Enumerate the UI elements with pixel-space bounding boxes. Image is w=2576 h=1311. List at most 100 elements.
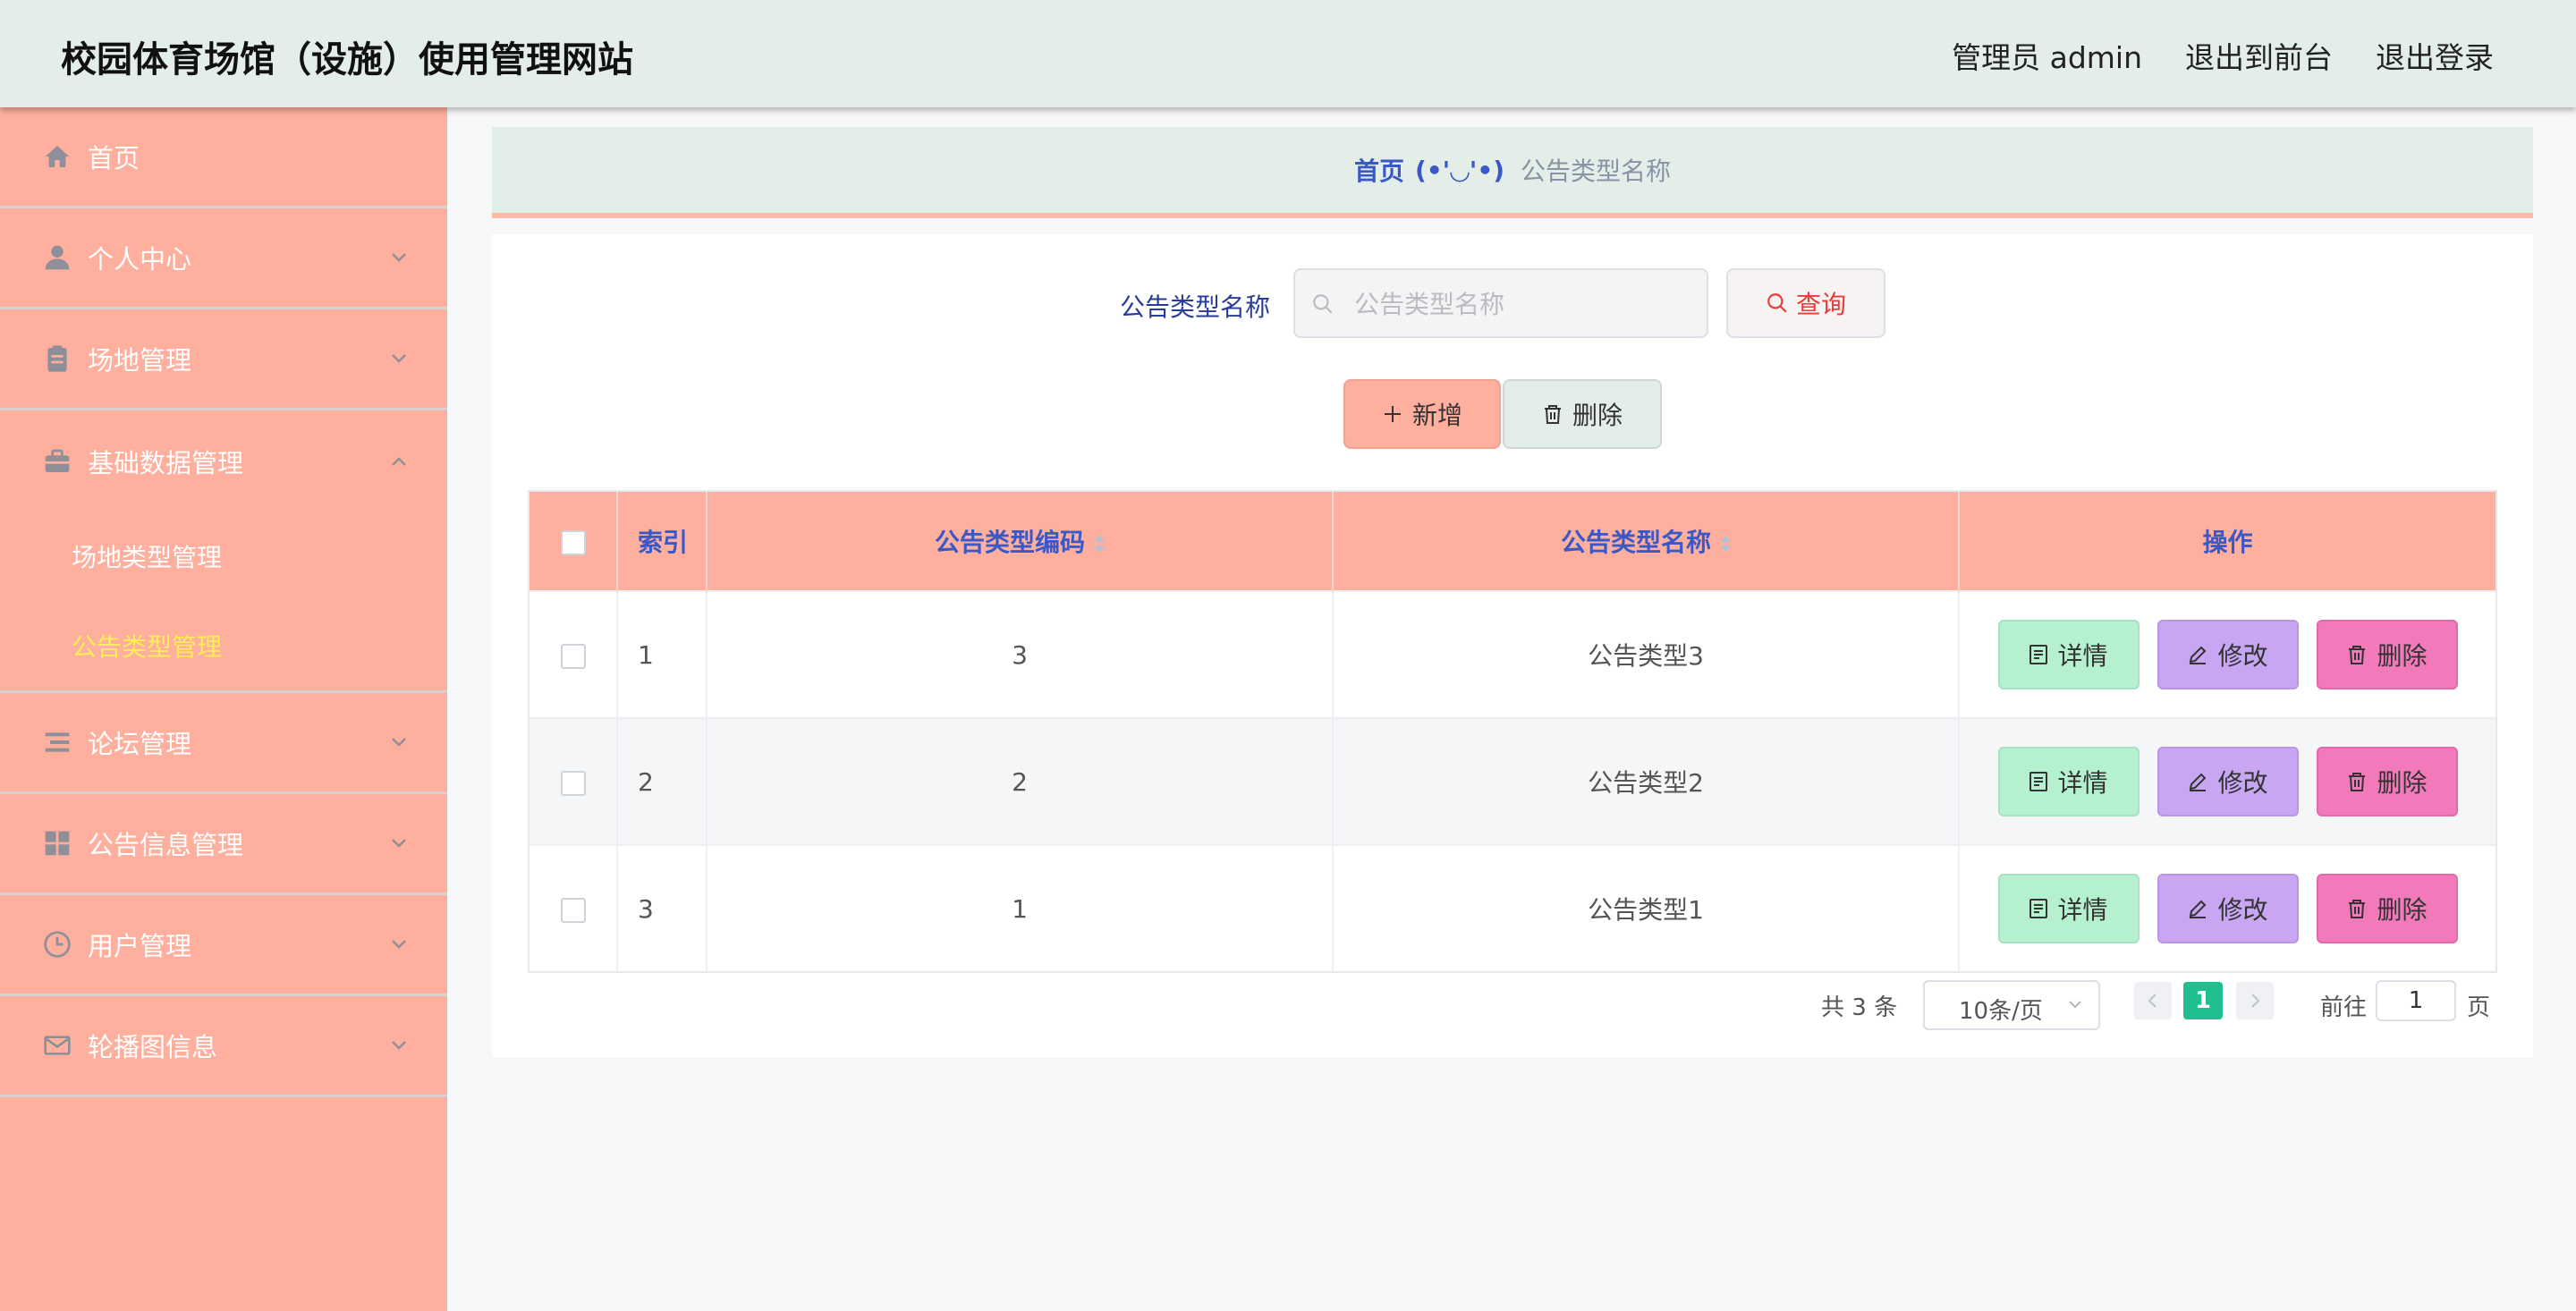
table-header-row: 索引 公告类型编码 公告类型名称 操作 (530, 492, 2496, 591)
edit-button-label: 修改 (2217, 768, 2268, 798)
query-button[interactable]: 查询 (1726, 268, 1885, 338)
logout-link[interactable]: 退出登录 (2376, 34, 2494, 77)
row-name: 公告类型2 (1333, 717, 1960, 845)
search-row: 公告类型名称 查询 (492, 268, 2533, 340)
sidebar-item-venue[interactable]: 场地管理 (0, 309, 447, 410)
sidebar-item-label: 首页 (88, 143, 140, 173)
breadcrumb: 首页 (•'◡'•) 公告类型名称 (492, 127, 2533, 213)
page-size-select[interactable]: 10条/页 (1923, 980, 2100, 1030)
detail-button-label: 详情 (2057, 768, 2108, 798)
document-icon (2029, 772, 2048, 791)
chevron-down-icon (392, 253, 406, 262)
clock-icon (44, 931, 71, 958)
row-ops: 详情 修改 删除 (1959, 717, 2496, 845)
edit-button[interactable]: 修改 (2157, 620, 2299, 689)
row-index: 2 (617, 717, 708, 845)
sidebar-item-carousel[interactable]: 轮播图信息 (0, 996, 447, 1097)
sidebar-item-profile[interactable]: 个人中心 (0, 208, 447, 309)
detail-button[interactable]: 详情 (1997, 620, 2140, 689)
goto-page-input[interactable] (2376, 980, 2456, 1021)
edit-icon (2190, 773, 2207, 791)
row-checkbox[interactable] (560, 643, 586, 669)
sidebar-item-forum[interactable]: 论坛管理 (0, 693, 447, 794)
edit-button[interactable]: 修改 (2157, 747, 2299, 816)
table-row: 2 2 公告类型2 详情 修改 删除 (530, 717, 2496, 845)
row-checkbox[interactable] (560, 897, 586, 923)
header-name-label: 公告类型名称 (1560, 528, 1711, 557)
grid-icon (45, 831, 70, 856)
search-icon (1313, 294, 1333, 314)
search-input[interactable] (1352, 270, 1696, 338)
edit-icon (2190, 900, 2207, 918)
document-icon (2029, 899, 2048, 918)
breadcrumb-separator: (•'◡'•) (1414, 155, 1505, 185)
detail-button[interactable]: 详情 (1997, 874, 2140, 943)
sidebar-item-home[interactable]: 首页 (0, 107, 447, 208)
chevron-down-icon (392, 738, 406, 747)
delete-button-label: 删除 (2377, 895, 2428, 925)
chevron-down-icon (392, 839, 406, 848)
detail-button-label: 详情 (2057, 641, 2108, 671)
pagination: 共 3 条 10条/页 1 前往 页 (492, 980, 2533, 1034)
home-icon (45, 146, 70, 167)
batch-delete-button[interactable]: 删除 (1503, 379, 1662, 449)
delete-button-label: 删除 (2377, 641, 2428, 671)
sidebar-item-label: 场地管理 (88, 345, 192, 376)
goto-label: 前往 (2320, 994, 2368, 1021)
delete-button[interactable]: 删除 (2316, 747, 2458, 816)
top-header: 校园体育场馆（设施）使用管理网站 管理员 admin 退出到前台 退出登录 (0, 0, 2576, 107)
delete-button[interactable]: 删除 (2316, 620, 2458, 689)
header-ops: 操作 (1959, 492, 2496, 591)
sidebar: 首页 个人中心 场地管理 基础数据管理 场地类型管理 公告类型管理 论坛管理 公… (0, 107, 447, 1311)
edit-button-label: 修改 (2217, 641, 2268, 671)
header-name[interactable]: 公告类型名称 (1333, 492, 1960, 591)
sidebar-subitem-notice-type[interactable]: 公告类型管理 (0, 601, 447, 690)
clipboard-icon (47, 345, 67, 372)
row-index: 3 (617, 844, 708, 971)
prev-page-button[interactable] (2134, 982, 2172, 1019)
select-all-checkbox[interactable] (560, 529, 586, 555)
next-page-button[interactable] (2236, 982, 2274, 1019)
breadcrumb-current: 公告类型名称 (1521, 156, 1672, 186)
detail-button[interactable]: 详情 (1997, 747, 2140, 816)
chevron-down-icon (392, 354, 406, 363)
sidebar-item-notice[interactable]: 公告信息管理 (0, 794, 447, 895)
chevron-left-icon (2148, 994, 2157, 1008)
exit-front-link[interactable]: 退出到前台 (2185, 34, 2333, 77)
edit-button[interactable]: 修改 (2157, 874, 2299, 943)
row-name: 公告类型3 (1333, 590, 1960, 718)
edit-icon (2190, 646, 2207, 664)
chevron-right-icon (2251, 994, 2260, 1008)
search-box (1293, 268, 1708, 338)
row-code: 3 (707, 590, 1334, 718)
row-code: 1 (707, 844, 1334, 971)
sort-icon[interactable] (1720, 533, 1731, 554)
sidebar-item-users[interactable]: 用户管理 (0, 895, 447, 996)
row-ops: 详情 修改 删除 (1959, 590, 2496, 718)
header-index: 索引 (617, 492, 708, 591)
row-checkbox[interactable] (560, 770, 586, 796)
sidebar-item-label: 公告信息管理 (88, 830, 244, 860)
goto-unit: 页 (2467, 994, 2491, 1021)
sidebar-item-base-data[interactable]: 基础数据管理 (0, 410, 447, 512)
base-data-submenu: 场地类型管理 公告类型管理 (0, 512, 447, 693)
page-number-current[interactable]: 1 (2183, 982, 2223, 1019)
table-row: 1 3 公告类型3 详情 修改 删除 (530, 590, 2496, 718)
content-card: 公告类型名称 查询 新增 删除 索引 (492, 234, 2533, 1057)
delete-button[interactable]: 删除 (2316, 874, 2458, 943)
breadcrumb-home[interactable]: 首页 (1354, 152, 1404, 188)
chevron-down-icon (392, 940, 406, 949)
chevron-down-icon (392, 1041, 406, 1050)
add-button[interactable]: 新增 (1343, 379, 1501, 449)
pagination-total: 共 3 条 (1821, 994, 1898, 1021)
trash-icon (2349, 900, 2366, 918)
row-code: 2 (707, 717, 1334, 845)
header-code[interactable]: 公告类型编码 (707, 492, 1334, 591)
sidebar-subitem-venue-type[interactable]: 场地类型管理 (0, 512, 447, 601)
select-all-header (530, 492, 618, 591)
sort-icon[interactable] (1094, 533, 1105, 554)
sidebar-item-label: 基础数据管理 (88, 447, 244, 478)
batch-delete-button-label: 删除 (1572, 401, 1623, 430)
search-label: 公告类型名称 (1120, 292, 1271, 322)
sidebar-item-label: 用户管理 (88, 931, 192, 961)
